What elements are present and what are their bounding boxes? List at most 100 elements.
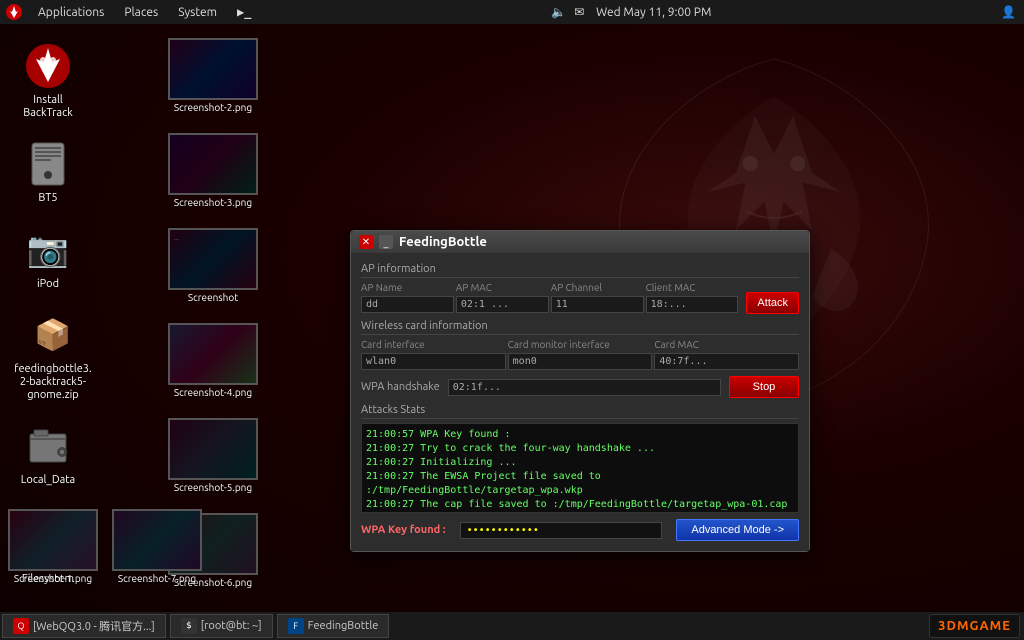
ap-client-mac-value: 18:... [646, 296, 739, 313]
card-interface-header: Card interface [361, 339, 506, 350]
attacks-stats-section: Attacks Stats 21:00:57 WPA Key found : 2… [361, 404, 799, 513]
user-icon: 👤 [1001, 5, 1016, 19]
feedingbottle-task-icon: F [288, 618, 304, 634]
screenshot-4-icon[interactable]: Screenshot-4.png [168, 323, 258, 398]
ap-info-label: AP information [361, 263, 799, 278]
dialog-close-button[interactable]: ✕ [359, 235, 373, 249]
screenshot-7-icon[interactable]: Screenshot-7.png [112, 509, 202, 584]
attacks-stats-label: Attacks Stats [361, 404, 799, 419]
dialog-titlebar: ✕ _ FeedingBottle [351, 231, 809, 253]
feedingbottle-zip-label: feedingbottle3.2-backtrack5-gnome.zip [12, 363, 94, 403]
log-line-3: 21:00:27 The EWSA Project file saved to … [366, 470, 794, 498]
desktop-icon-feedingbottle-zip[interactable]: 📦 feedingbottle3.2-backtrack5-gnome.zip [8, 307, 98, 407]
taskbar-right: 3DMGAME [929, 614, 1024, 638]
qq-icon: Q [13, 618, 29, 634]
card-mac-header: Card MAC [654, 339, 799, 350]
advanced-mode-button[interactable]: Advanced Mode -> [676, 519, 799, 541]
local-data-icon [24, 422, 72, 470]
wpa-handshake-section: WPA handshake 02:1f... Stop [361, 376, 799, 398]
dialog-body: AP information AP Name AP MAC AP Channel… [351, 253, 809, 551]
taskbar-terminal-label: [root@bt: ~] [201, 620, 262, 632]
local-data-label: Local_Data [21, 474, 75, 487]
wpa-key-found-value: •••••••••••• [460, 522, 663, 539]
ap-info-data: AP Name AP MAC AP Channel Client MAC dd … [361, 282, 738, 313]
taskbar-terminal[interactable]: $ [root@bt: ~] [170, 614, 273, 638]
desktop-icon-local-data[interactable]: Local_Data [8, 418, 88, 491]
wireless-headers: Card interface Card monitor interface Ca… [361, 339, 799, 350]
speaker-icon: 🔈 [551, 5, 566, 19]
menu-places[interactable]: Places [114, 0, 168, 24]
log-line-0: 21:00:57 WPA Key found : [366, 428, 794, 442]
screenshot-label: Screenshot [188, 292, 238, 303]
zip-icon: 📦 [29, 311, 77, 359]
screenshot-4-label: Screenshot-4.png [174, 387, 252, 398]
screenshot-7-thumb [112, 509, 202, 571]
screenshot-1-label: Screenshot-1.png [14, 573, 92, 584]
dialog-title: FeedingBottle [399, 235, 487, 249]
log-line-4: 21:00:27 The cap file saved to :/tmp/Fee… [366, 498, 794, 512]
screenshot-3-label: Screenshot-3.png [174, 197, 252, 208]
mail-icon: ✉ [574, 5, 584, 19]
attack-button[interactable]: Attack [746, 292, 799, 314]
ap-mac-value: 02:1 ... [456, 296, 549, 313]
card-monitor-header: Card monitor interface [508, 339, 653, 350]
camera-icon: 📷 [24, 226, 72, 274]
panel-center: 🔈 ✉ Wed May 11, 9:00 PM [261, 5, 1001, 19]
screenshot-1-icon[interactable]: Screenshot-1.png [8, 509, 98, 584]
panel-left: Applications Places System ▶_ [0, 0, 261, 24]
screenshot-5-icon[interactable]: Screenshot-5.png [168, 418, 258, 493]
screenshot-thumb: ... [168, 228, 258, 290]
menu-system[interactable]: System [168, 0, 227, 24]
card-interface-value: wlan0 [361, 353, 506, 370]
desktop-icon-install-backtrack[interactable]: Install BackTrack [8, 38, 88, 124]
ap-mac-header: AP MAC [456, 282, 549, 293]
3dmgame-logo: 3DMGAME [929, 614, 1020, 638]
screenshot-5-label: Screenshot-5.png [174, 482, 252, 493]
kali-logo-panel [4, 2, 24, 22]
log-line-5: 21:00:26 A four-way handshake was succes… [366, 512, 794, 513]
ap-client-mac-header: Client MAC [646, 282, 739, 293]
panel-right: 👤 [1001, 5, 1024, 19]
ap-channel-value: 11 [551, 296, 644, 313]
bt5-label: BT5 [38, 192, 57, 205]
card-mac-value: 40:7f... [654, 353, 799, 370]
taskbar-webqq[interactable]: Q [WebQQ3.0 - 腾讯官方...] [2, 614, 166, 638]
install-backtrack-label: Install BackTrack [12, 94, 84, 120]
kali-dragon-icon [24, 42, 72, 90]
taskbar-feedingbottle-label: FeedingBottle [308, 620, 379, 632]
stop-button[interactable]: Stop [729, 376, 799, 398]
terminal-icon: $ [181, 618, 197, 634]
screenshot-3-icon[interactable]: Screenshot-3.png [168, 133, 258, 208]
datetime: Wed May 11, 9:00 PM [596, 6, 711, 19]
screenshot-2-label: Screenshot-2.png [174, 102, 252, 113]
wireless-info-section: Wireless card information Card interface… [361, 320, 799, 370]
screenshot-4-thumb [168, 323, 258, 385]
screenshot-2-thumb [168, 38, 258, 100]
taskbar-feedingbottle[interactable]: F FeedingBottle [277, 614, 390, 638]
ap-channel-header: AP Channel [551, 282, 644, 293]
log-line-1: 21:00:27 Try to crack the four-way hands… [366, 442, 794, 456]
taskbar-webqq-label: [WebQQ3.0 - 腾讯官方...] [33, 618, 155, 634]
wpa-key-found-section: WPA Key found : •••••••••••• Advanced Mo… [361, 519, 799, 541]
wireless-info-label: Wireless card information [361, 320, 799, 335]
ap-info-section: AP information AP Name AP MAC AP Channel… [361, 263, 799, 314]
menu-applications[interactable]: Applications [28, 0, 114, 24]
bt5-icon [24, 140, 72, 188]
screenshot-7-label: Screenshot-7.png [118, 573, 196, 584]
dialog-minimize-button[interactable]: _ [379, 235, 393, 249]
log-area[interactable]: 21:00:57 WPA Key found : 21:00:27 Try to… [361, 423, 799, 513]
bottom-left-screenshots: Screenshot-1.png Screenshot-7.png [8, 509, 202, 600]
desktop-icon-ipod[interactable]: 📷 iPod [8, 222, 88, 295]
screenshot-icon[interactable]: ... Screenshot [168, 228, 258, 303]
wpa-handshake-value: 02:1f... [448, 379, 721, 396]
desktop: Applications Places System ▶_ 🔈 ✉ Wed Ma… [0, 0, 1024, 640]
terminal-launch[interactable]: ▶_ [227, 0, 261, 24]
desktop-icon-bt5[interactable]: BT5 [8, 136, 88, 209]
wpa-handshake-label: WPA handshake [361, 381, 440, 393]
ap-values: dd 02:1 ... 11 18:... [361, 296, 738, 313]
screenshot-1-thumb [8, 509, 98, 571]
log-line-2: 21:00:27 Initializing ... [366, 456, 794, 470]
wireless-values: wlan0 mon0 40:7f... [361, 353, 799, 370]
screenshot-2-icon[interactable]: Screenshot-2.png [168, 38, 258, 113]
top-panel: Applications Places System ▶_ 🔈 ✉ Wed Ma… [0, 0, 1024, 24]
